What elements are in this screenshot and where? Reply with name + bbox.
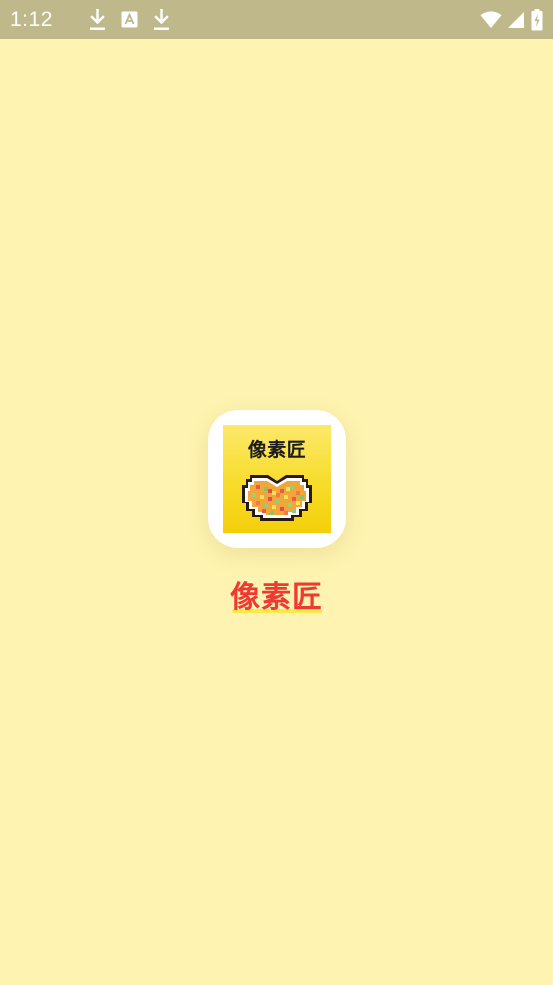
app-icon-tile: 像素匠	[223, 425, 331, 533]
wifi-icon	[480, 10, 502, 29]
download-icon	[153, 8, 170, 31]
battery-charging-icon	[531, 8, 543, 31]
font-a-icon	[121, 11, 138, 28]
cell-signal-icon	[508, 11, 525, 29]
notification-icons	[89, 8, 170, 31]
status-time: 1:12	[10, 7, 53, 31]
splash-screen: 像素匠 像素匠	[0, 39, 553, 985]
app-icon: 像素匠	[208, 410, 346, 548]
app-name: 像素匠	[230, 580, 323, 615]
pixel-heart-bowl-icon	[242, 475, 312, 521]
status-bar: 1:12	[0, 0, 553, 39]
system-icons	[480, 8, 543, 31]
app-icon-caption: 像素匠	[247, 439, 307, 461]
download-icon	[89, 8, 106, 31]
